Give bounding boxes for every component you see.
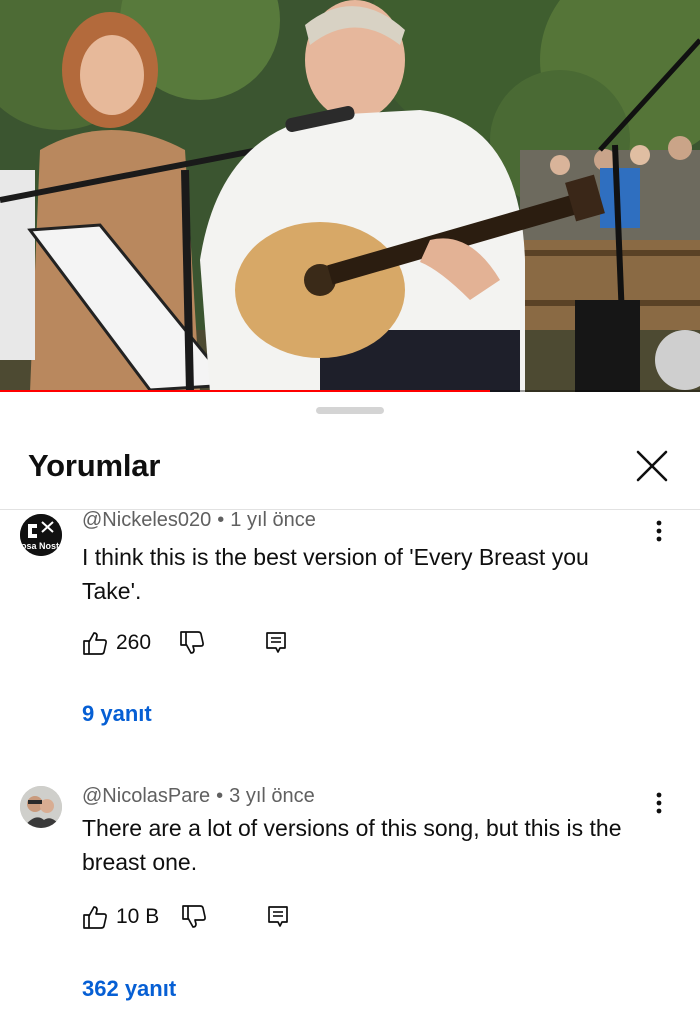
- dislike-button[interactable]: [179, 630, 205, 656]
- video-progress-bar[interactable]: [0, 390, 700, 392]
- view-replies-link[interactable]: 9 yanıt: [82, 701, 152, 727]
- like-button[interactable]: 10 B: [82, 904, 159, 930]
- video-progress-fill: [0, 390, 490, 392]
- comment-time: 3 yıl önce: [229, 785, 315, 807]
- comment-actions: 10 B: [82, 902, 289, 932]
- comment-actions: 260: [82, 628, 287, 658]
- close-button[interactable]: [632, 446, 672, 486]
- comment-time: 1 yıl önce: [230, 509, 316, 531]
- thumbs-up-icon: [83, 906, 107, 929]
- like-count: 260: [116, 631, 152, 654]
- reply-button[interactable]: [265, 631, 287, 655]
- sheet-title: Yorumlar: [28, 448, 161, 483]
- like-count: 10 B: [116, 905, 160, 928]
- view-replies-link[interactable]: 362 yanıt: [82, 976, 176, 1002]
- video-frame: [0, 0, 700, 392]
- avatar-photo: [20, 786, 62, 828]
- thumbs-down-icon: [180, 631, 204, 654]
- avatar-text: Cosa Nostra: [20, 541, 62, 551]
- more-options-button[interactable]: [648, 516, 670, 546]
- more-options-button[interactable]: [648, 788, 670, 818]
- sheet-drag-handle[interactable]: [316, 407, 384, 414]
- comment-meta: @Nickeles020 • 1 yıl önce: [82, 509, 316, 531]
- comment-text: I think this is the best version of 'Eve…: [82, 544, 589, 604]
- avatar-logo: Cosa Nostra: [20, 514, 62, 556]
- comments-sheet: Yorumlar Cosa Nostra @Nickeles020•1 yıl …: [0, 394, 700, 1029]
- comment-meta: @NicolasPare • 3 yıl önce: [82, 785, 315, 807]
- avatar[interactable]: Cosa Nostra: [20, 514, 62, 556]
- like-button[interactable]: 260: [82, 630, 151, 656]
- thumbs-down-icon: [182, 905, 207, 928]
- dislike-button[interactable]: [181, 904, 207, 930]
- avatar[interactable]: [20, 786, 62, 828]
- comment-author[interactable]: @NicolasPare: [82, 785, 210, 807]
- comment-author[interactable]: @Nickeles020: [82, 509, 211, 531]
- thumbs-up-icon: [83, 632, 107, 655]
- video-player[interactable]: [0, 0, 700, 392]
- more-vert-icon: [656, 792, 662, 814]
- more-vert-icon: [656, 520, 662, 542]
- reply-button[interactable]: [267, 905, 289, 929]
- comment-text: There are a lot of versions of this song…: [82, 815, 622, 875]
- reply-icon: [268, 906, 289, 927]
- reply-icon: [266, 632, 286, 653]
- close-icon: [636, 450, 668, 482]
